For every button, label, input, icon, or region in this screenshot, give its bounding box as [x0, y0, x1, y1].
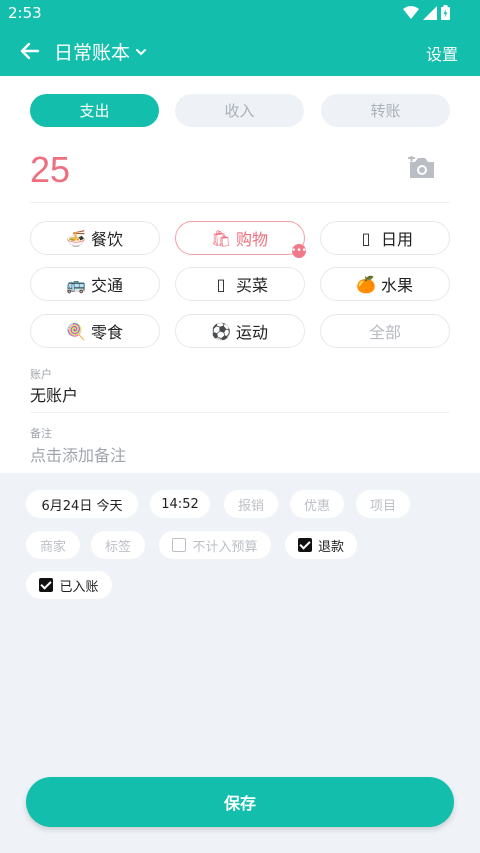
reimburse-button[interactable]: 报销	[224, 490, 278, 518]
refund-label: 退款	[317, 539, 344, 555]
category-label: 水果	[380, 276, 413, 295]
category-all[interactable]: 全部	[320, 314, 450, 348]
shopping-bag-icon: 🛍	[210, 228, 232, 248]
divider	[30, 202, 450, 203]
page-title: 日常账本	[54, 42, 131, 64]
signal-icon	[423, 5, 437, 20]
tag-button[interactable]: 标签	[91, 531, 145, 559]
daily-use-icon: ▯	[361, 228, 371, 248]
note-input[interactable]: 点击添加备注	[30, 442, 126, 466]
entry-form: 支出 收入 转账 25 🍜 餐饮 🛍 购物 ••• ▯ 日用 🚌 交通 ▯ 买菜…	[0, 76, 480, 473]
category-fruit[interactable]: 🍊 水果	[320, 267, 450, 301]
account-value[interactable]: 无账户	[30, 382, 78, 406]
merchant-button[interactable]: 商家	[26, 531, 80, 559]
checkbox-checked-icon	[39, 578, 54, 592]
tab-expense[interactable]: 支出	[30, 94, 159, 127]
category-label: 购物	[235, 230, 268, 249]
category-label: 交通	[90, 276, 123, 295]
category-label: 日用	[380, 230, 413, 249]
category-transport[interactable]: 🚌 交通	[30, 267, 160, 301]
save-button[interactable]: 保存	[26, 777, 454, 827]
recorded-label: 已入账	[59, 579, 99, 595]
more-options-icon[interactable]: •••	[291, 244, 307, 258]
category-daily[interactable]: ▯ 日用	[320, 221, 450, 255]
category-shopping[interactable]: 🛍 购物 •••	[175, 221, 307, 258]
exclude-budget-label: 不计入预算	[192, 539, 258, 555]
category-label: 运动	[235, 323, 268, 342]
category-label: 零食	[90, 323, 123, 342]
refund-toggle[interactable]: 退款	[285, 531, 357, 559]
amount-display[interactable]: 25	[30, 149, 70, 191]
back-arrow-icon[interactable]	[18, 39, 42, 63]
category-sports[interactable]: ⚽ 运动	[175, 314, 305, 348]
checkbox-unchecked-icon	[172, 538, 187, 552]
chevron-down-icon	[136, 48, 147, 55]
status-icons	[403, 5, 450, 20]
category-label: 餐饮	[90, 230, 123, 249]
bus-icon: 🚌	[66, 274, 86, 294]
soccer-ball-icon: ⚽	[211, 321, 231, 341]
category-label: 买菜	[235, 276, 268, 295]
category-label: 全部	[368, 323, 401, 342]
wifi-icon	[403, 5, 419, 19]
status-bar: 2:53	[0, 0, 480, 26]
project-button[interactable]: 项目	[356, 490, 410, 518]
category-groceries[interactable]: ▯ 买菜	[175, 267, 305, 301]
battery-icon	[441, 5, 450, 20]
app-bar: 日常账本 设置	[0, 26, 480, 76]
exclude-budget-toggle[interactable]: 不计入预算	[159, 531, 271, 559]
date-picker[interactable]: 6月24日 今天	[26, 490, 138, 518]
time-picker[interactable]: 14:52	[150, 490, 210, 518]
divider	[30, 412, 450, 413]
noodle-bowl-icon: 🍜	[66, 228, 86, 248]
tab-transfer[interactable]: 转账	[321, 94, 450, 127]
orange-icon: 🍊	[356, 274, 376, 294]
account-label: 账户	[30, 368, 52, 381]
tab-income[interactable]: 收入	[175, 94, 304, 127]
settings-button[interactable]: 设置	[426, 41, 458, 65]
ledger-selector[interactable]: 日常账本	[54, 38, 148, 65]
status-time: 2:53	[8, 4, 42, 22]
note-label: 备注	[30, 427, 52, 440]
vegetable-icon: ▯	[216, 274, 226, 294]
add-photo-icon[interactable]	[408, 156, 436, 180]
discount-button[interactable]: 优惠	[290, 490, 344, 518]
category-dining[interactable]: 🍜 餐饮	[30, 221, 160, 255]
lollipop-icon: 🍭	[66, 321, 86, 341]
category-snacks[interactable]: 🍭 零食	[30, 314, 160, 348]
checkbox-checked-icon	[297, 538, 312, 552]
recorded-toggle[interactable]: 已入账	[26, 571, 112, 599]
